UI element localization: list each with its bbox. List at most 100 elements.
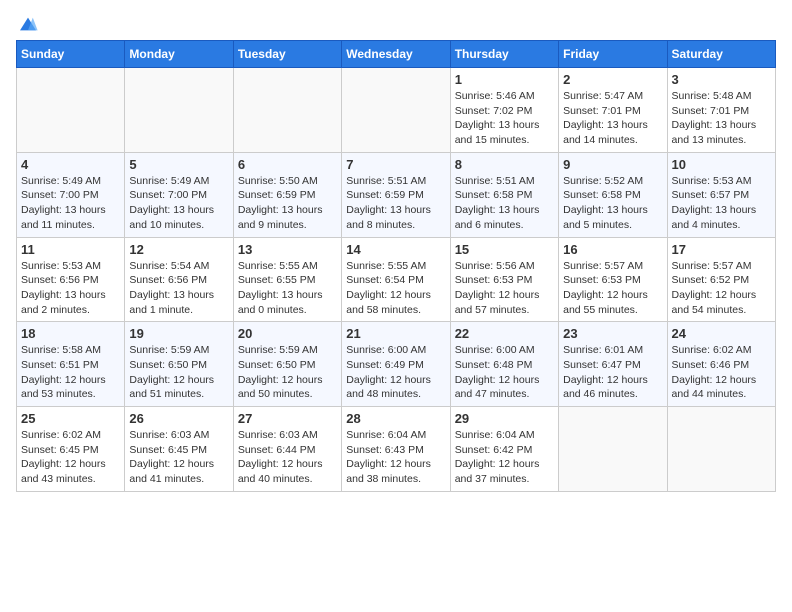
day-number: 21	[346, 326, 445, 341]
day-info: Sunrise: 5:47 AM Sunset: 7:01 PM Dayligh…	[563, 89, 662, 148]
day-info: Sunrise: 5:59 AM Sunset: 6:50 PM Dayligh…	[129, 343, 228, 402]
logo-icon	[18, 16, 38, 32]
day-info: Sunrise: 5:58 AM Sunset: 6:51 PM Dayligh…	[21, 343, 120, 402]
day-info: Sunrise: 5:46 AM Sunset: 7:02 PM Dayligh…	[455, 89, 554, 148]
day-number: 27	[238, 411, 337, 426]
logo	[16, 16, 38, 32]
calendar-cell: 16 Sunrise: 5:57 AM Sunset: 6:53 PM Dayli…	[559, 237, 667, 322]
calendar-cell	[559, 407, 667, 492]
calendar-cell: 2 Sunrise: 5:47 AM Sunset: 7:01 PM Daylig…	[559, 68, 667, 153]
day-info: Sunrise: 5:56 AM Sunset: 6:53 PM Dayligh…	[455, 259, 554, 318]
calendar-cell: 27 Sunrise: 6:03 AM Sunset: 6:44 PM Dayli…	[233, 407, 341, 492]
day-number: 12	[129, 242, 228, 257]
calendar-cell	[125, 68, 233, 153]
calendar-cell: 14 Sunrise: 5:55 AM Sunset: 6:54 PM Dayli…	[342, 237, 450, 322]
calendar-cell	[17, 68, 125, 153]
day-info: Sunrise: 5:54 AM Sunset: 6:56 PM Dayligh…	[129, 259, 228, 318]
calendar-cell: 17 Sunrise: 5:57 AM Sunset: 6:52 PM Dayli…	[667, 237, 775, 322]
day-info: Sunrise: 6:00 AM Sunset: 6:49 PM Dayligh…	[346, 343, 445, 402]
day-number: 18	[21, 326, 120, 341]
day-info: Sunrise: 6:02 AM Sunset: 6:45 PM Dayligh…	[21, 428, 120, 487]
day-info: Sunrise: 5:51 AM Sunset: 6:58 PM Dayligh…	[455, 174, 554, 233]
day-number: 25	[21, 411, 120, 426]
calendar-cell: 25 Sunrise: 6:02 AM Sunset: 6:45 PM Dayli…	[17, 407, 125, 492]
calendar-header-sunday: Sunday	[17, 41, 125, 68]
day-info: Sunrise: 5:57 AM Sunset: 6:52 PM Dayligh…	[672, 259, 771, 318]
day-info: Sunrise: 5:55 AM Sunset: 6:54 PM Dayligh…	[346, 259, 445, 318]
day-number: 6	[238, 157, 337, 172]
calendar-cell: 22Sunrise: 6:00 AM Sunset: 6:48 PM Dayli…	[450, 322, 558, 407]
calendar-cell: 7 Sunrise: 5:51 AM Sunset: 6:59 PM Daylig…	[342, 152, 450, 237]
day-info: Sunrise: 6:02 AM Sunset: 6:46 PM Dayligh…	[672, 343, 771, 402]
calendar-cell: 9Sunrise: 5:52 AM Sunset: 6:58 PM Daylig…	[559, 152, 667, 237]
day-info: Sunrise: 5:57 AM Sunset: 6:53 PM Dayligh…	[563, 259, 662, 318]
day-number: 16	[563, 242, 662, 257]
day-info: Sunrise: 5:49 AM Sunset: 7:00 PM Dayligh…	[129, 174, 228, 233]
day-number: 7	[346, 157, 445, 172]
day-number: 4	[21, 157, 120, 172]
day-number: 11	[21, 242, 120, 257]
day-info: Sunrise: 5:59 AM Sunset: 6:50 PM Dayligh…	[238, 343, 337, 402]
day-number: 10	[672, 157, 771, 172]
day-number: 14	[346, 242, 445, 257]
day-info: Sunrise: 5:53 AM Sunset: 6:56 PM Dayligh…	[21, 259, 120, 318]
calendar-header-monday: Monday	[125, 41, 233, 68]
day-info: Sunrise: 6:03 AM Sunset: 6:44 PM Dayligh…	[238, 428, 337, 487]
calendar-week-row: 1 Sunrise: 5:46 AM Sunset: 7:02 PM Daylig…	[17, 68, 776, 153]
calendar-cell: 13 Sunrise: 5:55 AM Sunset: 6:55 PM Dayli…	[233, 237, 341, 322]
calendar-cell: 26Sunrise: 6:03 AM Sunset: 6:45 PM Dayli…	[125, 407, 233, 492]
day-info: Sunrise: 6:04 AM Sunset: 6:43 PM Dayligh…	[346, 428, 445, 487]
day-number: 2	[563, 72, 662, 87]
day-info: Sunrise: 5:49 AM Sunset: 7:00 PM Dayligh…	[21, 174, 120, 233]
calendar-cell: 23 Sunrise: 6:01 AM Sunset: 6:47 PM Dayli…	[559, 322, 667, 407]
calendar-week-row: 18 Sunrise: 5:58 AM Sunset: 6:51 PM Dayli…	[17, 322, 776, 407]
day-info: Sunrise: 5:53 AM Sunset: 6:57 PM Dayligh…	[672, 174, 771, 233]
day-number: 24	[672, 326, 771, 341]
day-number: 5	[129, 157, 228, 172]
day-info: Sunrise: 5:50 AM Sunset: 6:59 PM Dayligh…	[238, 174, 337, 233]
calendar-cell: 29 Sunrise: 6:04 AM Sunset: 6:42 PM Dayli…	[450, 407, 558, 492]
calendar-cell: 4 Sunrise: 5:49 AM Sunset: 7:00 PM Daylig…	[17, 152, 125, 237]
header	[16, 16, 776, 32]
day-number: 17	[672, 242, 771, 257]
calendar-cell: 12 Sunrise: 5:54 AM Sunset: 6:56 PM Dayli…	[125, 237, 233, 322]
calendar-cell: 11 Sunrise: 5:53 AM Sunset: 6:56 PM Dayli…	[17, 237, 125, 322]
day-info: Sunrise: 6:04 AM Sunset: 6:42 PM Dayligh…	[455, 428, 554, 487]
calendar-table: SundayMondayTuesdayWednesdayThursdayFrid…	[16, 40, 776, 492]
day-number: 19	[129, 326, 228, 341]
calendar-cell: 5 Sunrise: 5:49 AM Sunset: 7:00 PM Daylig…	[125, 152, 233, 237]
calendar-cell	[342, 68, 450, 153]
day-info: Sunrise: 6:01 AM Sunset: 6:47 PM Dayligh…	[563, 343, 662, 402]
calendar-week-row: 25 Sunrise: 6:02 AM Sunset: 6:45 PM Dayli…	[17, 407, 776, 492]
calendar-header-thursday: Thursday	[450, 41, 558, 68]
calendar-cell: 6 Sunrise: 5:50 AM Sunset: 6:59 PM Daylig…	[233, 152, 341, 237]
day-info: Sunrise: 6:03 AM Sunset: 6:45 PM Dayligh…	[129, 428, 228, 487]
calendar-week-row: 4 Sunrise: 5:49 AM Sunset: 7:00 PM Daylig…	[17, 152, 776, 237]
calendar-header-saturday: Saturday	[667, 41, 775, 68]
calendar-header-row: SundayMondayTuesdayWednesdayThursdayFrid…	[17, 41, 776, 68]
day-number: 15	[455, 242, 554, 257]
calendar-header-wednesday: Wednesday	[342, 41, 450, 68]
day-number: 29	[455, 411, 554, 426]
calendar-week-row: 11 Sunrise: 5:53 AM Sunset: 6:56 PM Dayli…	[17, 237, 776, 322]
calendar-cell: 1 Sunrise: 5:46 AM Sunset: 7:02 PM Daylig…	[450, 68, 558, 153]
day-info: Sunrise: 5:52 AM Sunset: 6:58 PM Dayligh…	[563, 174, 662, 233]
calendar-cell: 24 Sunrise: 6:02 AM Sunset: 6:46 PM Dayli…	[667, 322, 775, 407]
day-number: 1	[455, 72, 554, 87]
day-number: 8	[455, 157, 554, 172]
day-info: Sunrise: 6:00 AM Sunset: 6:48 PM Dayligh…	[455, 343, 554, 402]
calendar-cell: 10 Sunrise: 5:53 AM Sunset: 6:57 PM Dayli…	[667, 152, 775, 237]
day-number: 3	[672, 72, 771, 87]
day-number: 23	[563, 326, 662, 341]
calendar-cell	[667, 407, 775, 492]
calendar-cell: 19 Sunrise: 5:59 AM Sunset: 6:50 PM Dayli…	[125, 322, 233, 407]
day-info: Sunrise: 5:55 AM Sunset: 6:55 PM Dayligh…	[238, 259, 337, 318]
day-number: 20	[238, 326, 337, 341]
day-number: 13	[238, 242, 337, 257]
calendar-header-tuesday: Tuesday	[233, 41, 341, 68]
calendar-cell: 20 Sunrise: 5:59 AM Sunset: 6:50 PM Dayli…	[233, 322, 341, 407]
day-info: Sunrise: 5:51 AM Sunset: 6:59 PM Dayligh…	[346, 174, 445, 233]
calendar-cell: 8 Sunrise: 5:51 AM Sunset: 6:58 PM Daylig…	[450, 152, 558, 237]
calendar-cell	[233, 68, 341, 153]
calendar-cell: 28Sunrise: 6:04 AM Sunset: 6:43 PM Dayli…	[342, 407, 450, 492]
